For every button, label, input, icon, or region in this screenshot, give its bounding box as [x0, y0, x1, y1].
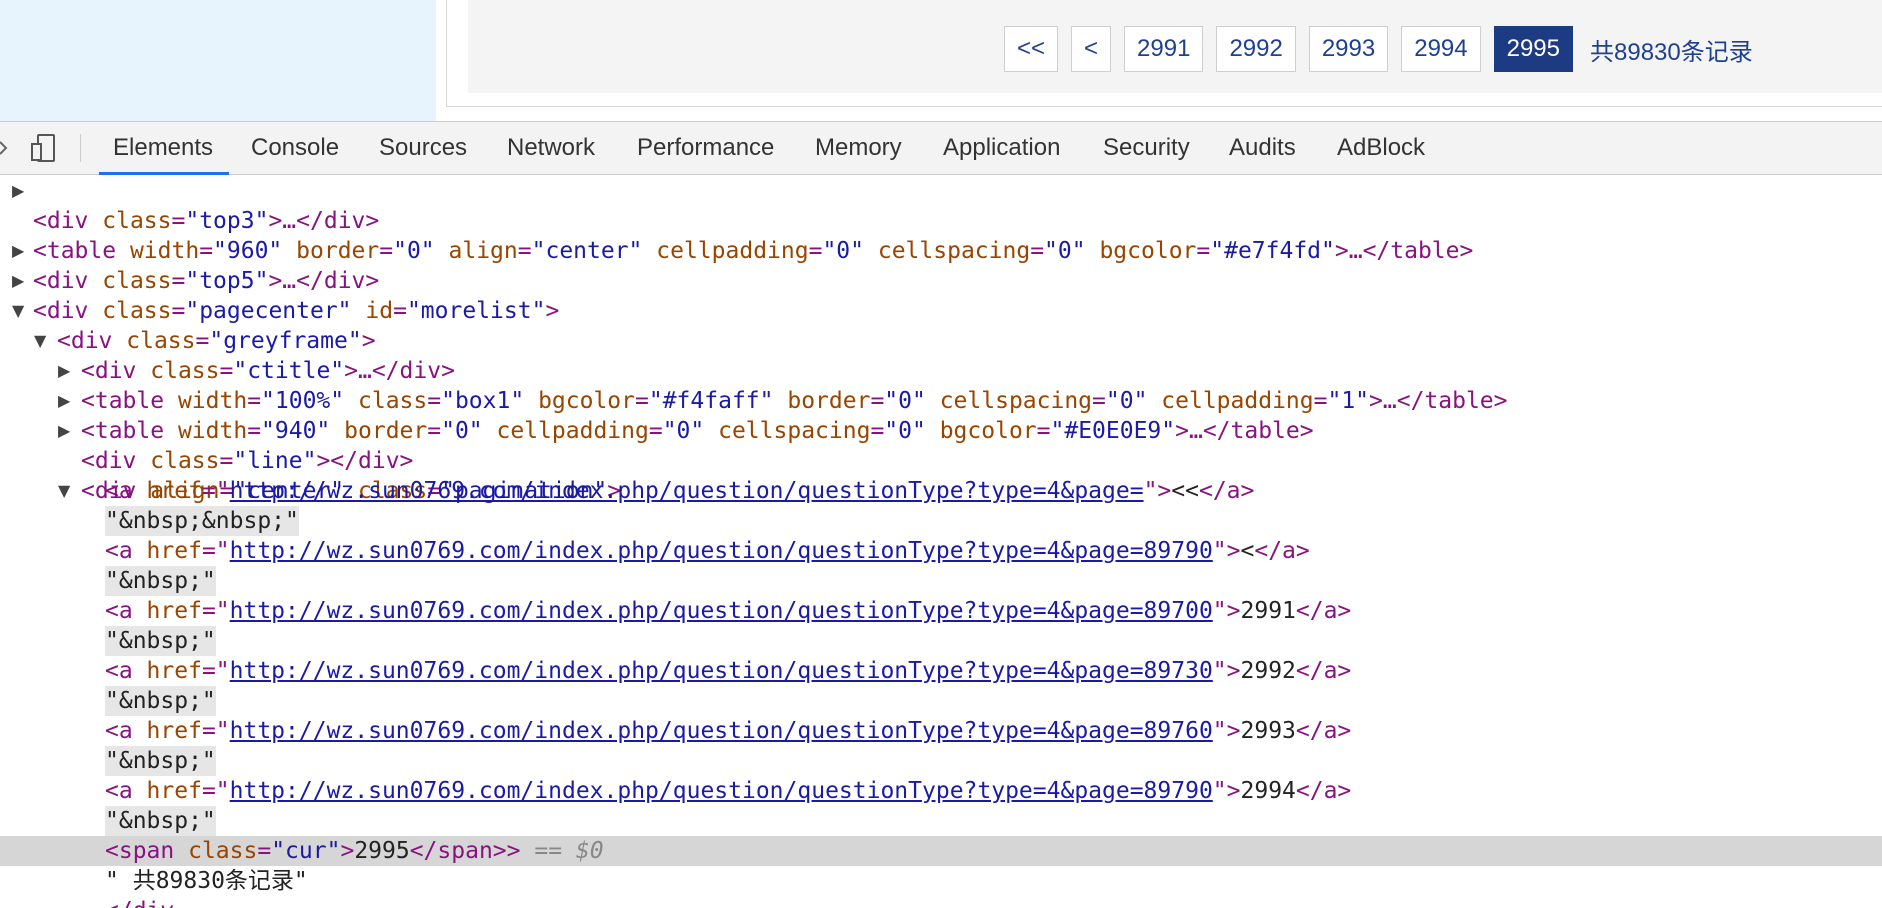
pagination: << < 2991 2992 2993 2994 2995 共89830条记录: [1004, 24, 1753, 74]
dom-anchor-2993[interactable]: <a href="http://wz.sun0769.com/index.php…: [0, 716, 1882, 746]
dom-text-node[interactable]: "&nbsp;": [0, 746, 1882, 776]
href-link[interactable]: http://wz.sun0769.com/index.php/question…: [230, 538, 1213, 564]
dom-text-node[interactable]: "&nbsp;&nbsp;": [0, 506, 1882, 536]
page-link-2992[interactable]: 2992: [1216, 26, 1296, 72]
dom-text-total[interactable]: " 共89830条记录": [0, 866, 1882, 896]
dom-node-table-940[interactable]: ▶ <table width="940" border="0" cellpaddi…: [0, 386, 1882, 444]
first-page-button[interactable]: <<: [1004, 26, 1059, 72]
dom-node-top5[interactable]: ▶ <div class="top5">…</div>: [0, 236, 1882, 294]
page-link-2994[interactable]: 2994: [1401, 26, 1481, 72]
page-link-2991[interactable]: 2991: [1124, 26, 1204, 72]
tab-network[interactable]: Network: [507, 122, 595, 174]
current-page: 2995: [1493, 26, 1573, 72]
tab-performance[interactable]: Performance: [637, 122, 774, 174]
expand-triangle-icon[interactable]: ▶: [12, 176, 24, 206]
dom-node-top3[interactable]: ▶ <div class="top3">…</div>: [0, 176, 1882, 234]
dom-node-line[interactable]: <div class="line"></div>: [0, 416, 1882, 474]
toolbar-divider: [80, 134, 81, 162]
dom-node-table-960[interactable]: ▶ <table width="960" border="0" align="ce…: [0, 206, 1882, 264]
left-panel: [0, 0, 436, 121]
dom-text-node[interactable]: "&nbsp;": [0, 626, 1882, 656]
prev-page-button[interactable]: <: [1071, 26, 1112, 72]
tab-console[interactable]: Console: [251, 122, 339, 174]
tab-elements[interactable]: Elements: [98, 122, 230, 175]
devtools-panel: Elements Console Sources Network Perform…: [0, 121, 1882, 908]
device-toolbar-icon[interactable]: [30, 134, 56, 162]
dom-text-node[interactable]: "&nbsp;": [0, 806, 1882, 836]
tab-security[interactable]: Security: [1103, 122, 1190, 174]
href-link[interactable]: http://wz.sun0769.com/index.php/question…: [230, 658, 1213, 684]
tab-sources[interactable]: Sources: [379, 122, 467, 174]
dom-node-ctitle[interactable]: ▶ <div class="ctitle">…</div>: [0, 326, 1882, 384]
href-link[interactable]: http://wz.sun0769.com/index.php/question…: [230, 478, 1144, 504]
dom-anchor-first[interactable]: <a href="http://wz.sun0769.com/index.php…: [0, 476, 1882, 506]
dom-node-table-box1[interactable]: ▶ <table width="100%" class="box1" bgcolo…: [0, 356, 1882, 414]
selection-marker: == $0: [534, 838, 604, 864]
page-viewport: << < 2991 2992 2993 2994 2995 共89830条记录: [0, 0, 1882, 121]
page-link-2993[interactable]: 2993: [1308, 26, 1389, 72]
dom-node-pagecenter[interactable]: ▼ <div class="pagecenter" id="morelist">: [0, 266, 1882, 324]
dom-node-selected-span[interactable]: <span class="cur">2995</span>> == $0: [0, 836, 1882, 866]
elements-tree: ▶ <div class="top3">…</div> ▶ <table width…: [0, 175, 1882, 908]
href-link[interactable]: http://wz.sun0769.com/index.php/question…: [230, 778, 1213, 804]
href-link[interactable]: http://wz.sun0769.com/index.php/question…: [230, 598, 1213, 624]
dom-close-div[interactable]: </div: [0, 896, 1882, 908]
dom-anchor-2992[interactable]: <a href="http://wz.sun0769.com/index.php…: [0, 656, 1882, 686]
dom-text-node[interactable]: "&nbsp;": [0, 686, 1882, 716]
dom-anchor-2991[interactable]: <a href="http://wz.sun0769.com/index.php…: [0, 596, 1882, 626]
dom-node-greyframe[interactable]: ▼ <div class="greyframe">: [0, 296, 1882, 354]
dom-anchor-2994[interactable]: <a href="http://wz.sun0769.com/index.php…: [0, 776, 1882, 806]
devtools-tabbar: Elements Console Sources Network Perform…: [0, 121, 1882, 175]
dom-anchor-prev[interactable]: <a href="http://wz.sun0769.com/index.php…: [0, 536, 1882, 566]
dom-node-pagination[interactable]: ▼ <div align="center" class="pagination">: [0, 446, 1882, 504]
tab-adblock[interactable]: AdBlock: [1337, 122, 1425, 174]
href-link[interactable]: http://wz.sun0769.com/index.php/question…: [230, 718, 1213, 744]
tab-application[interactable]: Application: [943, 122, 1060, 174]
dom-text-node[interactable]: "&nbsp;": [0, 566, 1882, 596]
inspect-cursor-icon[interactable]: [0, 138, 8, 160]
tab-memory[interactable]: Memory: [815, 122, 902, 174]
tab-audits[interactable]: Audits: [1229, 122, 1296, 174]
total-records: 共89830条记录: [1590, 38, 1753, 66]
